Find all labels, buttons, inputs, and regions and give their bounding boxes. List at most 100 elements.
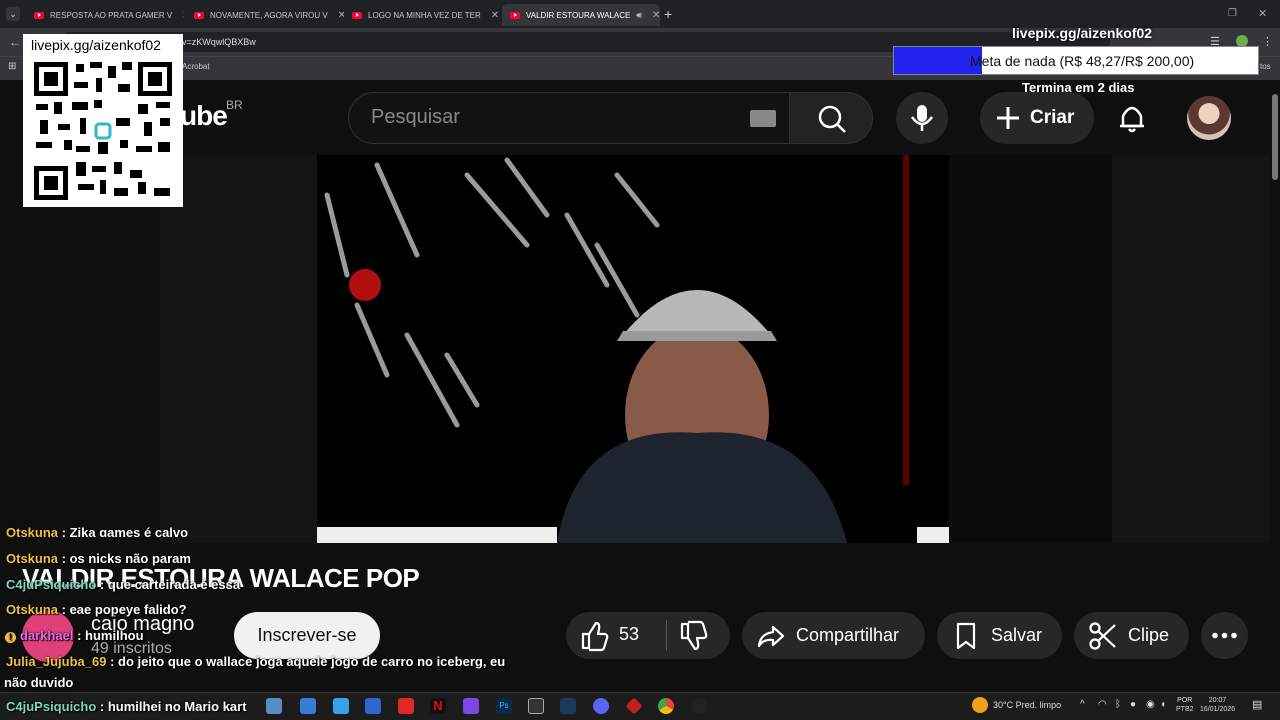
badge-icon: ! xyxy=(5,632,16,643)
close-window-icon[interactable]: ✕ xyxy=(1258,7,1267,20)
thumbs-down-icon xyxy=(680,620,708,651)
bookmark-acrobat[interactable]: Acrobat xyxy=(182,62,210,71)
video-player[interactable] xyxy=(317,155,949,543)
network-icon[interactable]: ◠ xyxy=(1098,699,1107,710)
weather-text[interactable]: 30°C Pred. limpo xyxy=(993,700,1061,710)
youtube-logo[interactable]: ube xyxy=(180,100,228,132)
microphone-icon xyxy=(910,105,934,131)
share-button[interactable]: Compartilhar xyxy=(742,612,925,659)
chrome-icon[interactable] xyxy=(658,698,674,714)
keyboard-language[interactable]: POR PTB2 xyxy=(1176,696,1194,714)
notification-center-icon[interactable]: ▤ xyxy=(1252,698,1262,711)
youtube-favicon-icon xyxy=(352,11,362,19)
audio-playing-icon[interactable]: 🔊︎ xyxy=(636,10,642,21)
youtube-favicon-icon xyxy=(510,11,520,19)
clip-button[interactable]: Clipe xyxy=(1074,612,1189,659)
taskbar-app-icon[interactable] xyxy=(333,698,349,714)
more-actions-button[interactable] xyxy=(1201,612,1248,659)
taskbar-app-icon[interactable] xyxy=(463,698,479,714)
notifications-button[interactable] xyxy=(1112,98,1152,138)
chat-message: Otskuna : eae popeye falido? xyxy=(6,602,187,617)
taskbar-app-icon[interactable] xyxy=(300,698,316,714)
create-label: Criar xyxy=(1030,107,1075,128)
steam-icon[interactable] xyxy=(560,698,576,714)
keyboard-icon[interactable] xyxy=(750,110,776,127)
close-tab-icon[interactable]: ✕ xyxy=(182,10,184,21)
taskbar-app-icon[interactable] xyxy=(266,698,282,714)
weather-sun-icon[interactable] xyxy=(972,697,988,713)
close-tab-icon[interactable]: ✕ xyxy=(491,10,499,21)
goal-ends-label: Termina em 2 dias xyxy=(1022,80,1135,95)
tab-1[interactable]: RESPOSTA AO PRATA GAMER V ✕ xyxy=(26,4,184,26)
plus-icon xyxy=(997,107,1019,129)
chat-message-continuation: não duvido xyxy=(4,675,74,690)
share-label: Compartilhar xyxy=(796,625,900,645)
share-icon xyxy=(757,625,785,647)
scrollbar-thumb[interactable] xyxy=(1272,94,1278,180)
tab-4-active[interactable]: VALDIR ESTOURA WALACE 🔊︎ ✕ xyxy=(502,4,660,26)
video-frame xyxy=(317,155,949,543)
bookmark-other[interactable]: tos xyxy=(1260,62,1271,71)
bookmark-icon xyxy=(956,622,976,649)
taskbar-app-icon[interactable] xyxy=(528,698,544,714)
tab-title: NOVAMENTE, AGORA VIROU V xyxy=(210,10,328,20)
tab-search-button[interactable]: ⌄ xyxy=(6,7,20,21)
chat-message: Julia_Jujuba_69 : do jeito que o wallace… xyxy=(6,654,506,669)
search-button[interactable] xyxy=(789,92,873,144)
chat-message: ! darkhael : humilhou xyxy=(5,628,144,643)
taskbar-app-icon[interactable] xyxy=(365,698,381,714)
scissors-icon xyxy=(1089,621,1116,650)
tab-3[interactable]: LOGO NA MINHA VEZ DE TER ✕ xyxy=(344,4,502,26)
video-letterbox-left xyxy=(160,155,318,543)
more-vert-icon[interactable]: ⋮ xyxy=(1262,35,1273,48)
goal-text: Meta de nada (R$ 48,27/R$ 200,00) xyxy=(970,53,1195,69)
bluetooth-icon[interactable]: ᛒ xyxy=(1115,699,1121,710)
back-arrow-icon[interactable]: ← xyxy=(9,35,21,49)
volume-icon[interactable]: ◖ xyxy=(1160,699,1166,710)
tab-title: VALDIR ESTOURA WALACE xyxy=(526,10,631,20)
goal-url: livepix.gg/aizenkof02 xyxy=(1012,25,1153,41)
clip-label: Clipe xyxy=(1128,625,1170,645)
tab-2[interactable]: NOVAMENTE, AGORA VIROU V ✕ xyxy=(186,4,344,26)
taskbar-app-icon[interactable] xyxy=(691,698,707,714)
tab-title: RESPOSTA AO PRATA GAMER V xyxy=(50,10,173,20)
url-text: h?v=zKWqwlQBXBw xyxy=(172,37,256,47)
microphone-tray-icon[interactable]: ● xyxy=(1130,699,1136,710)
close-tab-icon[interactable]: ✕ xyxy=(652,10,660,21)
qr-code-url: livepix.gg/aizenkof02 xyxy=(31,37,161,53)
youtube-favicon-icon xyxy=(194,11,204,19)
tray-chevron-up-icon[interactable]: ^ xyxy=(1080,699,1085,710)
video-side-panel xyxy=(949,155,1112,543)
chat-message: C4juPsiquicho : que carteirada é essa xyxy=(6,577,241,592)
like-button[interactable] xyxy=(578,620,610,657)
taskbar-app-icon[interactable] xyxy=(398,698,414,714)
restore-window-icon[interactable]: ❐ xyxy=(1228,8,1237,19)
tab-title: LOGO NA MINHA VEZ DE TER xyxy=(368,10,481,20)
save-button[interactable]: Salvar xyxy=(937,612,1062,659)
photoshop-icon[interactable]: Ps xyxy=(496,698,512,714)
subscribe-button[interactable]: Inscrever-se xyxy=(234,612,380,659)
account-avatar[interactable] xyxy=(1187,96,1231,140)
chat-message: Otskuna : os nicks não param xyxy=(6,551,191,566)
more-horizontal-icon xyxy=(1212,632,1237,639)
save-label: Salvar xyxy=(991,625,1043,645)
search-placeholder: Pesquisar xyxy=(371,106,460,128)
qr-code-image xyxy=(34,62,172,200)
netflix-icon[interactable]: N xyxy=(430,698,446,714)
goal-progress-fill xyxy=(894,47,982,74)
new-tab-button[interactable]: + xyxy=(664,6,672,22)
dislike-button[interactable] xyxy=(677,620,709,657)
search-icon xyxy=(818,105,846,133)
chat-message: C4juPsiquicho : humilhei no Mario kart xyxy=(6,699,247,714)
bell-icon xyxy=(1120,106,1144,133)
create-button[interactable]: Criar xyxy=(980,92,1094,144)
voice-search-button[interactable] xyxy=(896,92,948,144)
discord-icon[interactable] xyxy=(593,698,609,714)
chat-message: Otskuna : Zika games é calvo xyxy=(6,525,189,537)
video-letterbox-right xyxy=(1112,155,1270,543)
wifi-icon[interactable]: ◉ xyxy=(1146,699,1155,710)
apps-grid-icon[interactable]: ⊞ xyxy=(8,61,16,72)
like-count: 53 xyxy=(619,624,640,644)
thumbs-up-icon xyxy=(581,621,609,652)
system-clock[interactable]: 20:07 16/01/2026 xyxy=(1200,696,1235,714)
